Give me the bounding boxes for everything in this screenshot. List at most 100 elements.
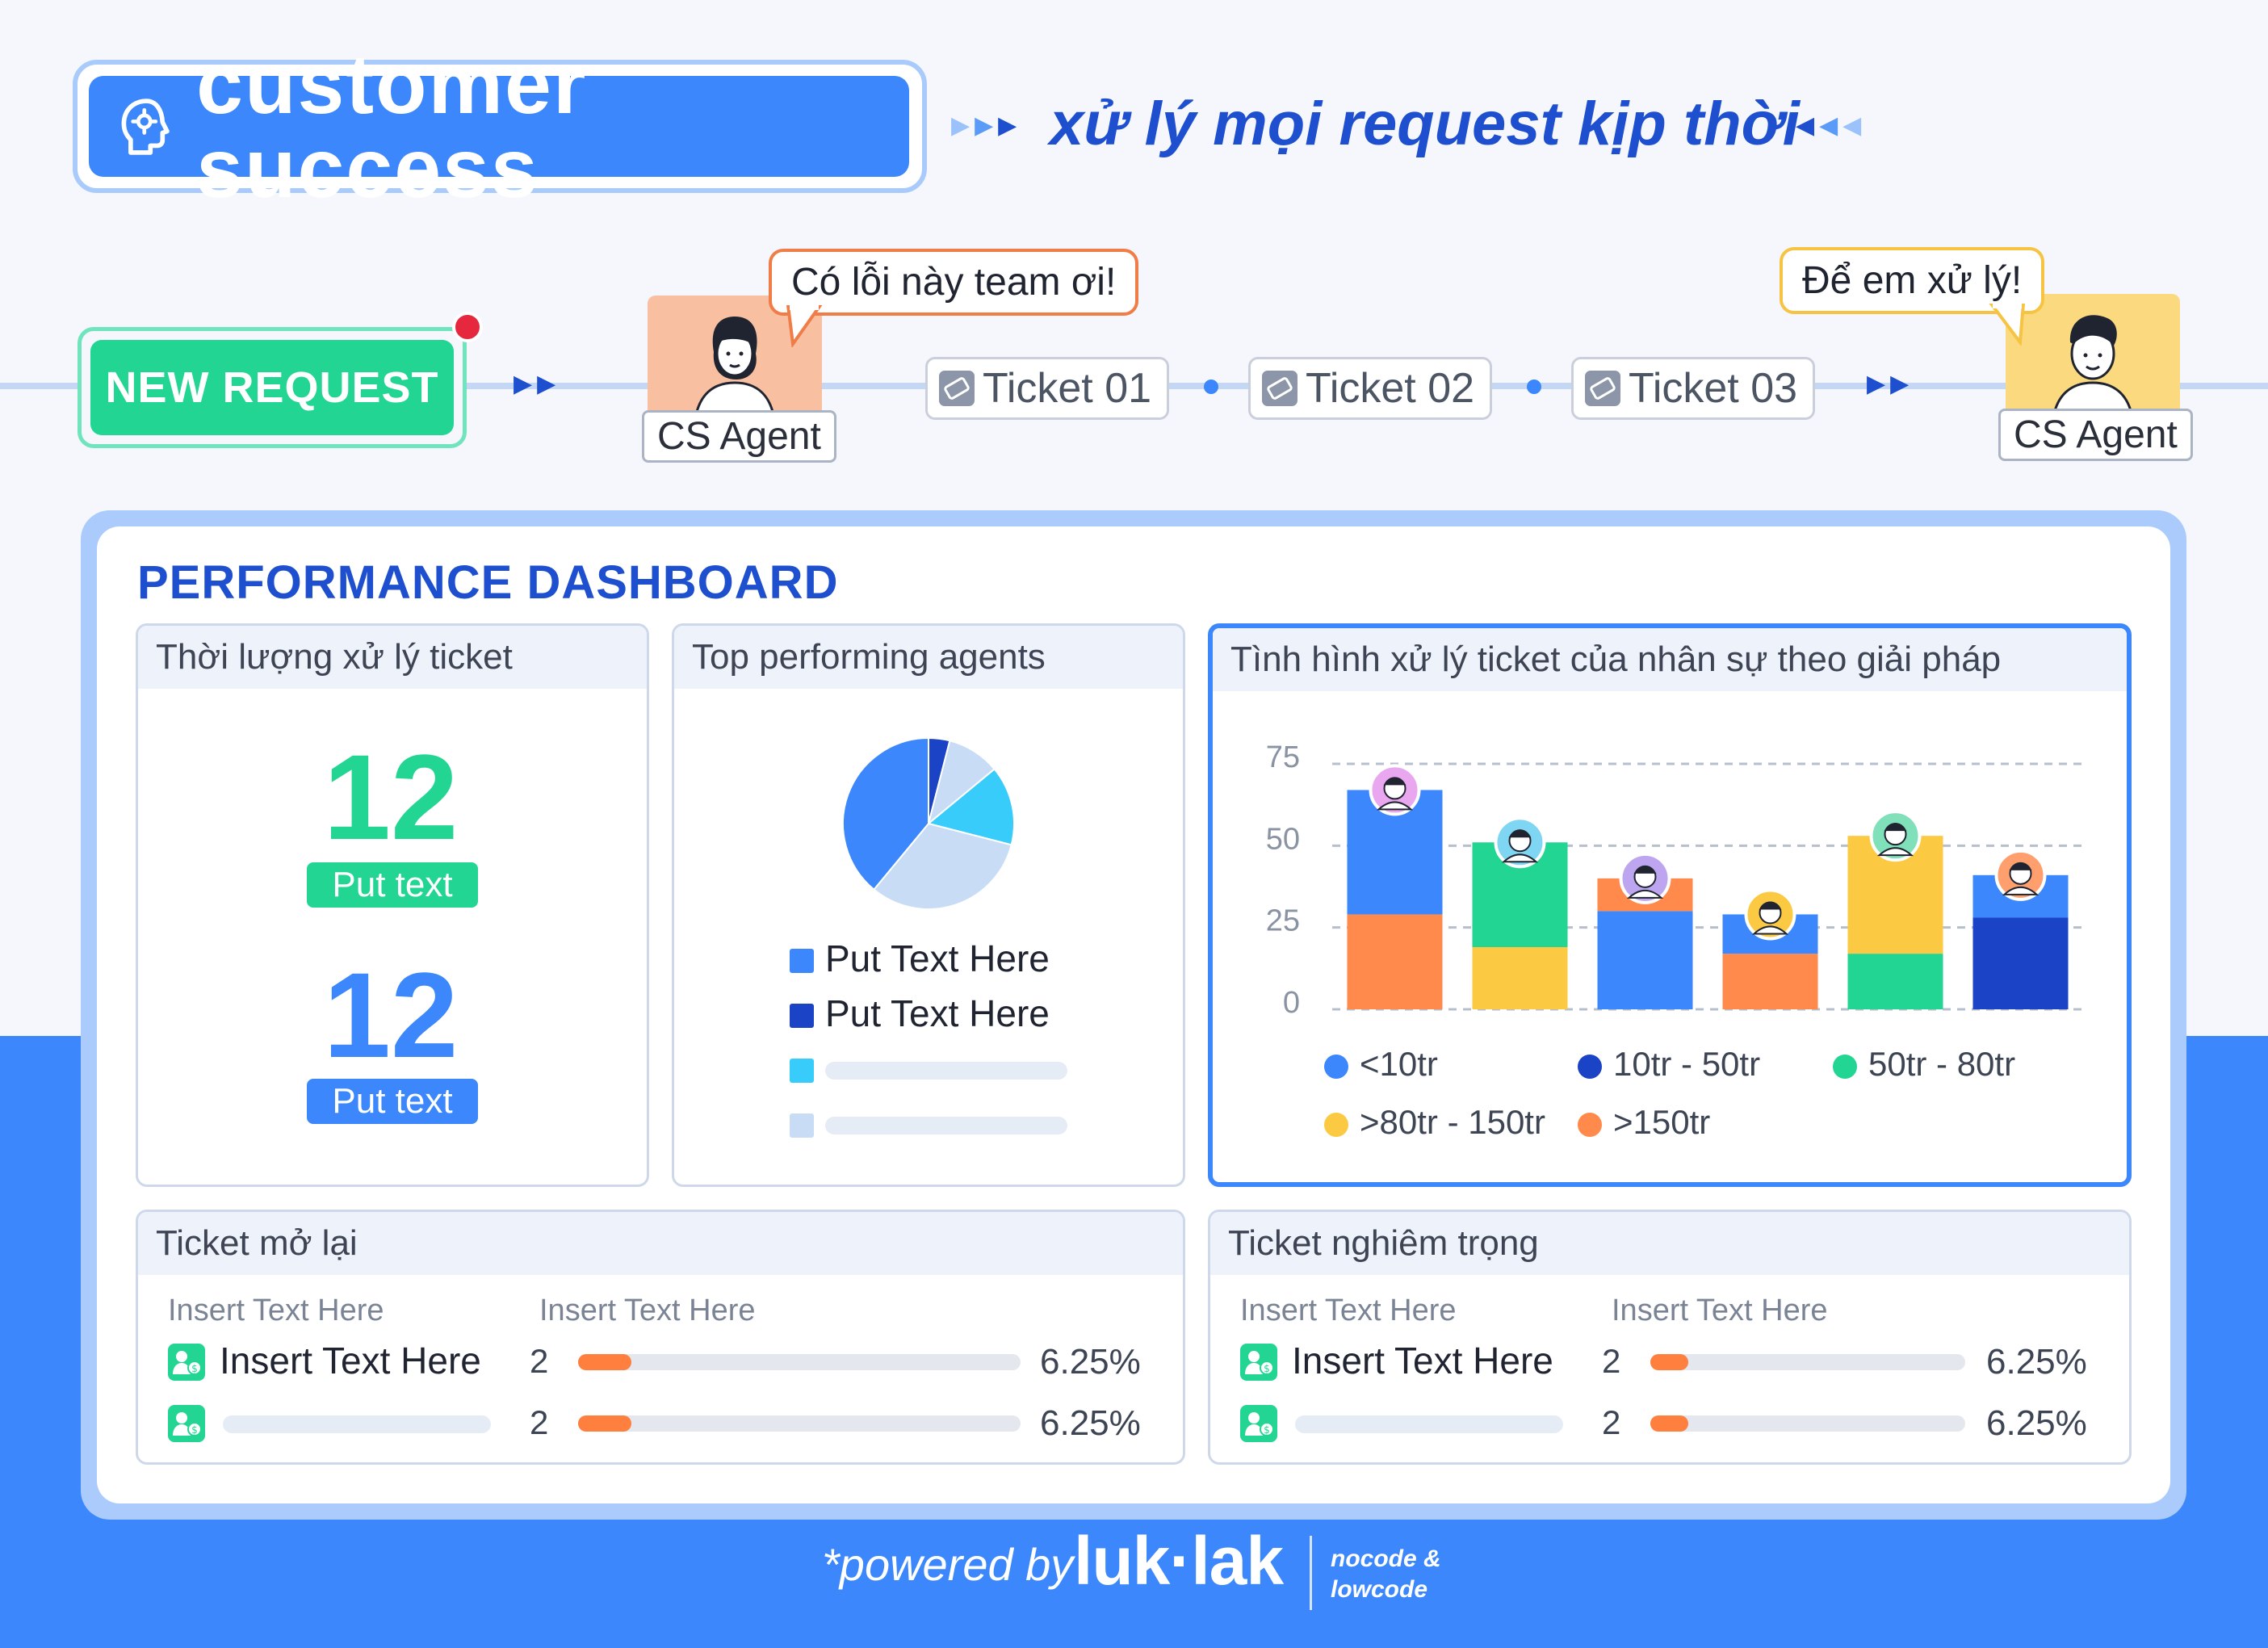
- new-request-button[interactable]: NEW REQUEST: [90, 340, 454, 435]
- brand-tagline-line: lowcode: [1331, 1576, 1428, 1603]
- legend-label: Put Text Here: [825, 992, 1050, 1034]
- svg-text:$: $: [1264, 1424, 1270, 1436]
- speech-bubble-tail-icon: [786, 305, 823, 347]
- y-tick-label: 50: [1266, 822, 1300, 856]
- y-tick-label: 25: [1266, 904, 1300, 938]
- y-tick-label: 0: [1283, 986, 1300, 1017]
- metric-value: 12: [323, 729, 459, 865]
- tagline: xử lý mọi request kịp thời: [1050, 90, 1800, 158]
- progress-bar-fill: [578, 1354, 631, 1370]
- legend-dot: [1578, 1113, 1602, 1137]
- legend-label: 50tr - 80tr: [1868, 1045, 2016, 1083]
- row-label: Insert Text Here: [1292, 1340, 1553, 1382]
- ticket-icon: [1262, 371, 1297, 406]
- row-percent: 6.25%: [1040, 1342, 1141, 1382]
- bar-agent-avatar: [1744, 888, 1796, 941]
- panel-title: Top performing agents: [674, 626, 1183, 689]
- bar-segment: [1722, 954, 1818, 1009]
- ticket-label: Ticket 01: [983, 365, 1152, 412]
- legend-label: >80tr - 150tr: [1360, 1103, 1545, 1141]
- agent-money-icon: $: [1240, 1344, 1277, 1381]
- svg-text:$: $: [191, 1363, 198, 1374]
- legend-swatch: [790, 1004, 814, 1028]
- legend-placeholder-bar: [825, 1117, 1067, 1134]
- legend-dot: [1833, 1055, 1857, 1079]
- svg-text:$: $: [191, 1424, 198, 1436]
- row-percent: 6.25%: [1986, 1403, 2087, 1443]
- row-percent: 6.25%: [1986, 1342, 2087, 1382]
- column-header: Insert Text Here: [168, 1294, 384, 1327]
- ticket-icon: [1585, 371, 1620, 406]
- progress-bar: [1650, 1354, 1965, 1370]
- bar-segment: [1847, 954, 1943, 1009]
- column-header: Insert Text Here: [1240, 1294, 1457, 1327]
- column-header: Insert Text Here: [1612, 1294, 1828, 1327]
- row-label: Insert Text Here: [220, 1340, 481, 1382]
- arrows-left-icon: ◀◀◀: [1796, 112, 1867, 139]
- metric-value: 12: [323, 947, 459, 1083]
- legend-dot: [1578, 1055, 1602, 1079]
- svg-text:$: $: [1264, 1363, 1270, 1374]
- bar-agent-avatar: [1869, 810, 1922, 862]
- bar-segment: [1472, 946, 1568, 1009]
- panel-title: Tình hình xử lý ticket của nhân sự theo …: [1213, 628, 2127, 691]
- legend-label: Put Text Here: [825, 937, 1050, 979]
- head-gear-icon: [121, 98, 170, 155]
- agents-pie-chart: [842, 736, 1015, 910]
- row-label-placeholder: [1295, 1415, 1563, 1433]
- legend-label: 10tr - 50tr: [1613, 1045, 1761, 1083]
- ticket-label: Ticket 02: [1306, 365, 1475, 412]
- footer-divider: [1310, 1536, 1312, 1610]
- flow-arrow-icon: ▶▶: [514, 371, 561, 397]
- bar-segment: [1972, 917, 2069, 1009]
- ticket-card[interactable]: Ticket 01: [925, 357, 1169, 420]
- column-header: Insert Text Here: [539, 1294, 756, 1327]
- row-count: 2: [530, 1403, 549, 1441]
- flow-dot: [1527, 380, 1541, 394]
- flow-dot: [1204, 380, 1218, 394]
- agent-label: CS Agent: [1998, 409, 2193, 461]
- panel-title: Ticket mở lại: [138, 1212, 1183, 1275]
- ticket-icon: [939, 371, 975, 406]
- legend-swatch: [790, 1113, 814, 1138]
- page-title: customer success: [196, 37, 588, 216]
- legend-swatch: [790, 949, 814, 973]
- progress-bar: [1650, 1415, 1965, 1432]
- title-banner: customer success: [89, 43, 909, 211]
- bar-segment: [1597, 911, 1693, 1009]
- progress-bar: [578, 1354, 1021, 1370]
- progress-bar-fill: [578, 1415, 631, 1432]
- row-count: 2: [1602, 1342, 1621, 1380]
- notification-dot: [452, 312, 483, 342]
- row-label-placeholder: [223, 1415, 491, 1433]
- progress-bar-fill: [1650, 1415, 1688, 1432]
- speech-bubble-tail-icon: [1989, 304, 2026, 346]
- row-percent: 6.25%: [1040, 1403, 1141, 1443]
- bar-agent-avatar: [1994, 849, 2047, 901]
- panel-title: Ticket nghiêm trọng: [1210, 1212, 2129, 1275]
- ticket-card[interactable]: Ticket 02: [1248, 357, 1492, 420]
- agent-money-icon: $: [168, 1344, 205, 1381]
- arrows-right-icon: ▶▶▶: [951, 112, 1022, 139]
- legend-dot: [1324, 1113, 1348, 1137]
- flow-arrow-icon: ▶▶: [1867, 371, 1914, 397]
- legend-swatch: [790, 1059, 814, 1083]
- brand-tagline-line: nocode &: [1331, 1545, 1441, 1572]
- metric-label: Put text: [307, 862, 478, 908]
- legend-label: >150tr: [1613, 1103, 1711, 1141]
- legend-label: <10tr: [1360, 1045, 1438, 1083]
- bar-segment: [1347, 914, 1443, 1009]
- dashboard-title: PERFORMANCE DASHBOARD: [137, 556, 839, 609]
- metric-label: Put text: [307, 1079, 478, 1124]
- y-tick-label: 75: [1266, 740, 1300, 774]
- agent-money-icon: $: [168, 1405, 205, 1442]
- powered-by-text: *powered by: [822, 1539, 1074, 1590]
- bar-agent-avatar: [1619, 852, 1671, 904]
- ticket-label: Ticket 03: [1629, 365, 1798, 412]
- ticket-status-bar-chart: 0 25 50 75: [1266, 740, 2083, 1017]
- legend-placeholder-bar: [825, 1062, 1067, 1080]
- row-count: 2: [1602, 1403, 1621, 1441]
- progress-bar-fill: [1650, 1354, 1688, 1370]
- ticket-card[interactable]: Ticket 03: [1571, 357, 1815, 420]
- legend-dot: [1324, 1055, 1348, 1079]
